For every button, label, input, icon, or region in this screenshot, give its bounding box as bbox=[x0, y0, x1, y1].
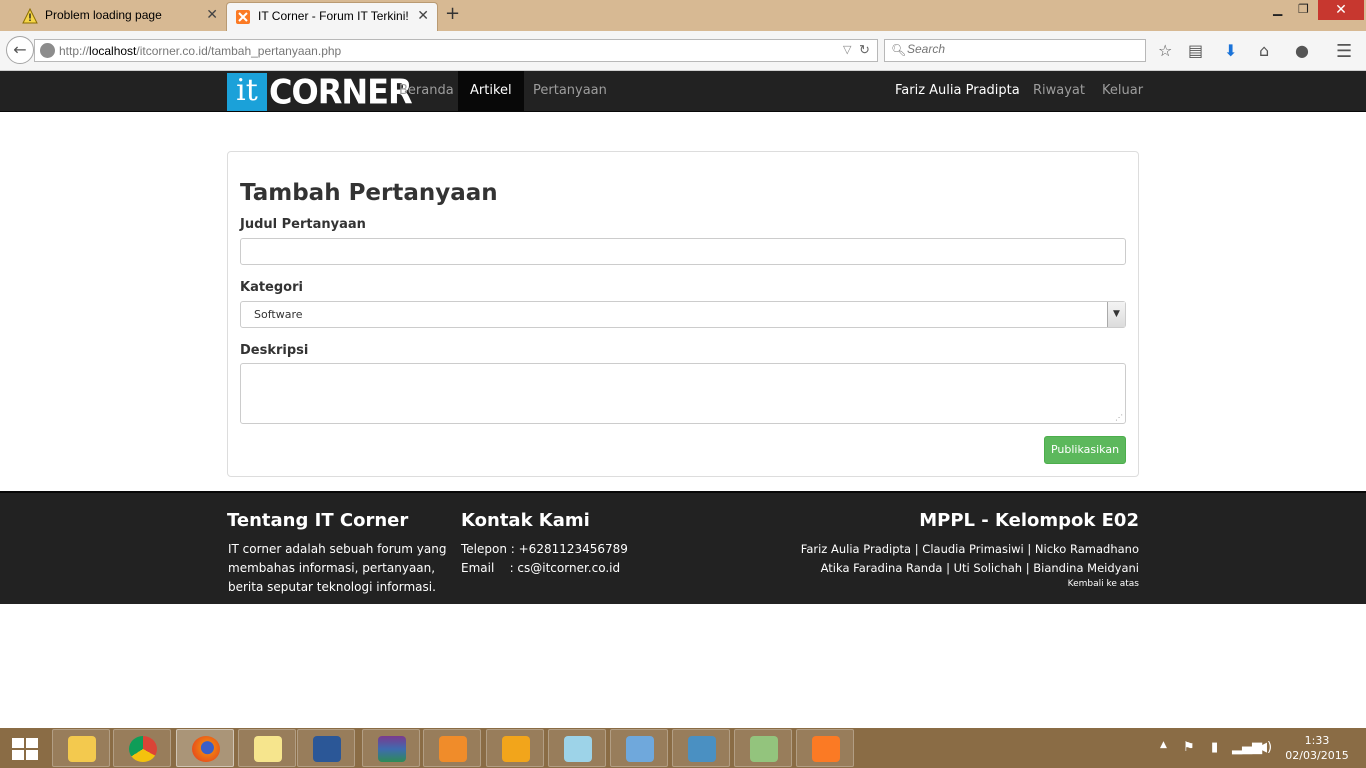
reload-icon[interactable]: ↻ bbox=[859, 42, 870, 58]
firefox-icon[interactable] bbox=[176, 729, 234, 767]
question-form-panel: Tambah Pertanyaan Judul Pertanyaan Kateg… bbox=[227, 151, 1139, 477]
menu-icon[interactable]: ☰ bbox=[1336, 41, 1352, 62]
battery-icon[interactable]: ▮ bbox=[1211, 740, 1218, 755]
back-arrow-icon[interactable]: ← bbox=[6, 36, 34, 64]
close-tab-icon[interactable]: ✕ bbox=[206, 6, 218, 23]
page-title: Tambah Pertanyaan bbox=[240, 180, 498, 206]
xampp-icon[interactable] bbox=[796, 729, 854, 767]
xampp-icon bbox=[236, 10, 250, 24]
contact-info: Telepon : +6281123456789 Email : cs@itco… bbox=[461, 540, 628, 578]
show-hidden-icons-icon[interactable]: ▲ bbox=[1160, 740, 1167, 750]
resize-grip-icon[interactable]: ⋰ bbox=[1115, 413, 1123, 422]
judul-label: Judul Pertanyaan bbox=[240, 217, 366, 232]
team-title: MPPL - Kelompok E02 bbox=[919, 510, 1139, 531]
search-icon: 🔍︎ bbox=[891, 43, 907, 57]
nav-artikel[interactable]: Artikel bbox=[458, 71, 524, 111]
nav-keluar[interactable]: Keluar bbox=[1102, 71, 1143, 111]
contact-title: Kontak Kami bbox=[461, 510, 590, 531]
email-text: Email : cs@itcorner.co.id bbox=[461, 561, 621, 575]
kategori-select[interactable]: Software ▼ bbox=[240, 301, 1126, 328]
judul-input[interactable] bbox=[240, 238, 1126, 265]
sticky-notes-icon[interactable] bbox=[238, 729, 296, 767]
chevron-down-icon[interactable]: ▼ bbox=[1107, 302, 1125, 327]
about-title: Tentang IT Corner bbox=[227, 510, 409, 531]
logo-it: it bbox=[227, 73, 267, 111]
tab-problem-loading[interactable]: Problem loading page ✕ bbox=[14, 2, 226, 31]
globe-icon bbox=[40, 43, 55, 58]
action-center-flag-icon[interactable]: ⚑ bbox=[1183, 740, 1195, 755]
address-bar[interactable]: http://localhost/itcorner.co.id/tambah_p… bbox=[34, 39, 878, 62]
close-window-icon[interactable]: ✕ bbox=[1318, 0, 1364, 20]
windows-start-icon[interactable] bbox=[12, 738, 38, 760]
nav-pertanyaan[interactable]: Pertanyaan bbox=[533, 71, 607, 111]
home-icon[interactable]: ⌂ bbox=[1259, 41, 1269, 60]
url-dropdown-icon[interactable]: ▽ bbox=[843, 43, 851, 56]
restore-icon[interactable]: ❐ bbox=[1298, 2, 1309, 16]
music-icon[interactable] bbox=[486, 729, 544, 767]
phone-text: Telepon : +6281123456789 bbox=[461, 542, 628, 556]
winrar-icon[interactable] bbox=[362, 729, 420, 767]
deskripsi-textarea[interactable]: ⋰ bbox=[240, 363, 1126, 424]
volume-icon[interactable]: ◀) bbox=[1257, 740, 1272, 755]
site-footer: Tentang IT Corner IT corner adalah sebua… bbox=[0, 491, 1366, 604]
notepad-icon[interactable] bbox=[548, 729, 606, 767]
media-player-icon[interactable] bbox=[423, 729, 481, 767]
word-icon[interactable] bbox=[297, 729, 355, 767]
chat-icon[interactable]: ● bbox=[1295, 41, 1309, 60]
deskripsi-label: Deskripsi bbox=[240, 343, 309, 358]
site-navbar: it CORNER Beranda Artikel Pertanyaan Far… bbox=[0, 71, 1366, 112]
nav-user-name[interactable]: Fariz Aulia Pradipta bbox=[895, 71, 1020, 111]
kategori-label: Kategori bbox=[240, 280, 303, 295]
chrome-icon[interactable] bbox=[113, 729, 171, 767]
clock-date: 02/03/2015 bbox=[1285, 749, 1349, 762]
windows-taskbar: ▲ ⚑ ▮ ▂▄▆ ◀) 1:33 02/03/2015 bbox=[0, 728, 1366, 768]
search-box[interactable]: 🔍︎ bbox=[884, 39, 1146, 62]
new-tab-icon[interactable]: + bbox=[445, 3, 460, 24]
photo-viewer-icon[interactable] bbox=[672, 729, 730, 767]
file-explorer-icon[interactable] bbox=[52, 729, 110, 767]
about-text: IT corner adalah sebuah forum yang memba… bbox=[228, 542, 447, 594]
tab-title: Problem loading page bbox=[45, 8, 162, 22]
close-tab-icon[interactable]: ✕ bbox=[417, 7, 429, 24]
taskbar-clock[interactable]: 1:33 02/03/2015 bbox=[1282, 733, 1352, 763]
url-text: http://localhost/itcorner.co.id/tambah_p… bbox=[59, 44, 342, 58]
back-to-top-link[interactable]: Kembali ke atas bbox=[1068, 579, 1139, 589]
browser-tab-bar: Problem loading page ✕ IT Corner - Forum… bbox=[0, 0, 1366, 31]
team-members: Fariz Aulia Pradipta | Claudia Primasiwi… bbox=[800, 542, 1139, 575]
notepadpp-icon[interactable] bbox=[734, 729, 792, 767]
minimize-icon[interactable]: ▁ bbox=[1273, 2, 1282, 16]
search-input[interactable] bbox=[907, 42, 1137, 56]
clock-time: 1:33 bbox=[1304, 734, 1330, 747]
logo-corner: CORNER bbox=[269, 72, 413, 112]
bookmarks-menu-icon[interactable]: ▤ bbox=[1188, 41, 1203, 60]
publish-button[interactable]: Publikasikan bbox=[1044, 436, 1126, 464]
kategori-selected-value: Software bbox=[254, 308, 303, 321]
downloads-icon[interactable]: ⬇ bbox=[1224, 41, 1237, 60]
paint-icon[interactable] bbox=[610, 729, 668, 767]
nav-beranda[interactable]: Beranda bbox=[399, 71, 454, 111]
nav-riwayat[interactable]: Riwayat bbox=[1033, 71, 1085, 111]
browser-toolbar: ← http://localhost/itcorner.co.id/tambah… bbox=[0, 31, 1366, 71]
tab-title: IT Corner - Forum IT Terkini! bbox=[258, 9, 409, 23]
warning-icon bbox=[22, 8, 38, 24]
itcorner-logo[interactable]: it CORNER bbox=[227, 72, 413, 112]
bookmark-star-icon[interactable]: ☆ bbox=[1158, 41, 1172, 60]
tab-it-corner[interactable]: IT Corner - Forum IT Terkini! ✕ bbox=[226, 2, 438, 31]
